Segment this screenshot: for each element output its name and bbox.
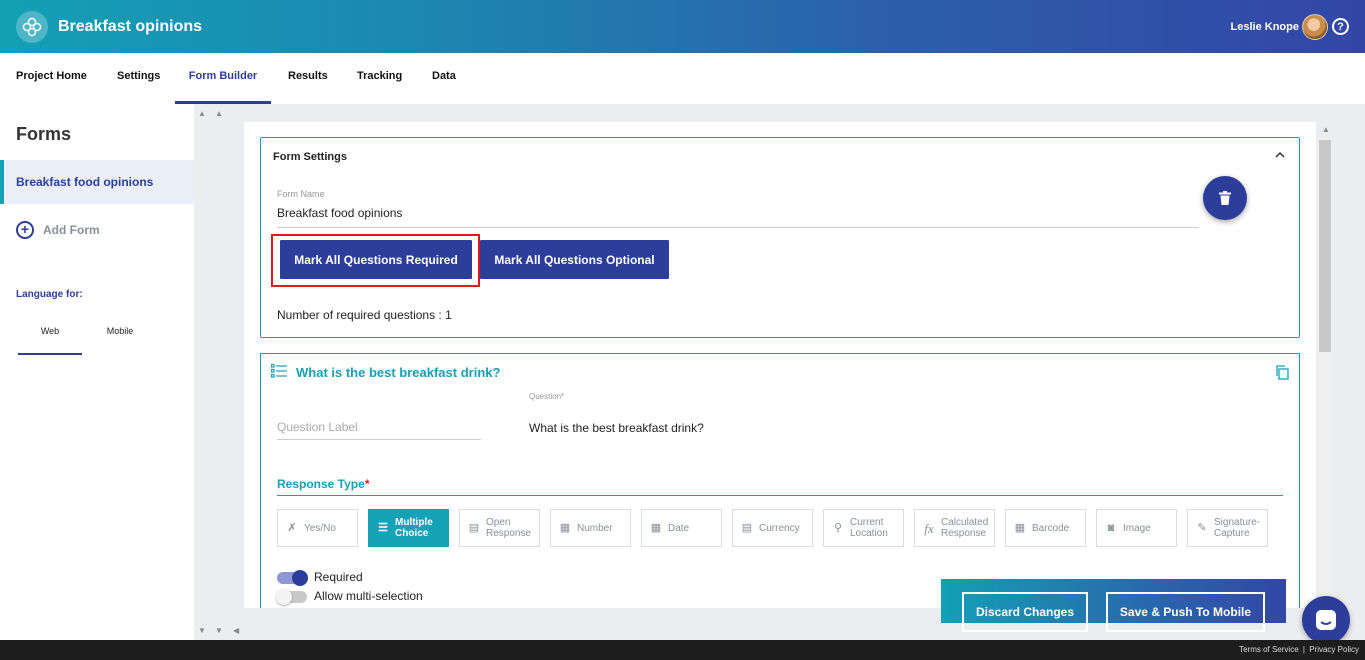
response-type-calculated-response[interactable]: fx Calculated Response xyxy=(914,509,995,547)
response-type-image[interactable]: ◙ Image xyxy=(1096,509,1177,547)
response-type-currency[interactable]: ▤ Currency xyxy=(732,509,813,547)
currency-icon: ▤ xyxy=(741,521,753,534)
app-title: Breakfast opinions xyxy=(58,18,203,35)
add-form-button[interactable]: + Add Form xyxy=(16,221,100,239)
form-settings-card: Form Settings Form Name Breakfast food o… xyxy=(260,137,1300,338)
scroll-down-arrow-icon[interactable]: ▼ xyxy=(215,626,223,635)
response-type-label: Response Type* xyxy=(277,477,370,491)
multi-selection-toggle-label: Allow multi-selection xyxy=(314,589,423,603)
scroll-up-arrow-icon[interactable]: ▲ xyxy=(198,109,206,118)
sidebar-title: Forms xyxy=(16,124,72,144)
scroll-up-arrow-icon[interactable]: ▲ xyxy=(215,109,223,118)
delete-form-button[interactable] xyxy=(1203,176,1247,220)
footer: Terms of Service | Privacy Policy xyxy=(0,640,1365,660)
divider xyxy=(277,495,1283,496)
chevron-up-icon[interactable] xyxy=(1275,151,1285,162)
form-settings-title: Form Settings xyxy=(273,151,347,163)
forms-sidebar: Forms Breakfast food opinions + Add Form… xyxy=(0,104,194,640)
avatar[interactable] xyxy=(1302,14,1328,40)
camera-icon: ◙ xyxy=(1107,521,1115,534)
terms-link[interactable]: Terms of Service xyxy=(1239,645,1299,654)
logo-icon[interactable] xyxy=(16,11,48,43)
language-label: Language for: xyxy=(16,289,83,300)
tab-project-home[interactable]: Project Home xyxy=(16,53,87,104)
function-icon: fx xyxy=(924,520,934,536)
list-icon xyxy=(271,364,287,378)
tab-language-mobile[interactable]: Mobile xyxy=(88,319,152,355)
footer-separator: | xyxy=(1302,645,1305,654)
question-label-input[interactable]: Question Label xyxy=(277,420,481,440)
form-builder-panel: Form Settings Form Name Breakfast food o… xyxy=(244,122,1316,608)
action-bar: Discard Changes Save & Push To Mobile xyxy=(941,579,1286,632)
save-push-mobile-button[interactable]: Save & Push To Mobile xyxy=(1106,592,1265,632)
question-card: What is the best breakfast drink? Questi… xyxy=(260,353,1300,608)
form-name-field[interactable]: Breakfast food opinions xyxy=(277,206,1199,228)
response-type-open-response[interactable]: ▤ Open Response xyxy=(459,509,540,547)
location-icon: ⚲ xyxy=(833,521,843,534)
chat-icon xyxy=(1316,610,1336,630)
footer-links: Terms of Service | Privacy Policy xyxy=(1237,645,1359,654)
form-name-label: Form Name xyxy=(277,189,325,199)
response-type-signature-capture[interactable]: ✎ Signature-Capture xyxy=(1187,509,1268,547)
list-icon: ☰ xyxy=(378,521,388,534)
trash-icon xyxy=(1219,191,1231,205)
scroll-left-arrow-icon[interactable]: ◀ xyxy=(233,626,239,635)
privacy-link[interactable]: Privacy Policy xyxy=(1309,645,1359,654)
pen-icon: ✎ xyxy=(1197,521,1207,534)
plus-circle-icon: + xyxy=(16,221,34,239)
response-type-date[interactable]: ▦ Date xyxy=(641,509,722,547)
response-type-yes-no[interactable]: ✗ Yes/No xyxy=(277,509,358,547)
required-toggle-label: Required xyxy=(314,570,363,584)
help-icon[interactable]: ? xyxy=(1332,18,1349,35)
required-count-text: Number of required questions : 1 xyxy=(277,308,452,322)
tab-results[interactable]: Results xyxy=(288,53,328,104)
mark-all-optional-button[interactable]: Mark All Questions Optional xyxy=(480,240,669,279)
tab-language-web[interactable]: Web xyxy=(18,319,82,355)
response-type-barcode[interactable]: ▦ Barcode xyxy=(1005,509,1086,547)
yes-no-icon: ✗ xyxy=(287,521,297,534)
tab-tracking[interactable]: Tracking xyxy=(357,53,402,104)
add-form-label: Add Form xyxy=(43,223,100,237)
main-nav: Project Home Settings Form Builder Resul… xyxy=(0,53,1365,104)
multi-selection-toggle[interactable] xyxy=(276,589,307,605)
number-icon: ▦ xyxy=(559,521,571,534)
response-type-current-location[interactable]: ⚲ Current Location xyxy=(823,509,904,547)
required-toggle[interactable] xyxy=(277,570,308,586)
calendar-icon: ▦ xyxy=(650,521,662,534)
copy-icon[interactable] xyxy=(1275,365,1289,380)
mark-all-required-button[interactable]: Mark All Questions Required xyxy=(280,240,472,279)
vertical-scrollbar[interactable] xyxy=(1318,138,1332,608)
question-field[interactable]: What is the best breakfast drink? xyxy=(529,421,704,435)
sidebar-item-label: Breakfast food opinions xyxy=(16,175,154,189)
scrollbar-thumb[interactable] xyxy=(1319,140,1331,352)
discard-changes-button[interactable]: Discard Changes xyxy=(962,592,1088,632)
scroll-up-arrow-icon[interactable]: ▲ xyxy=(1322,125,1330,134)
chat-button[interactable] xyxy=(1302,596,1350,644)
question-title[interactable]: What is the best breakfast drink? xyxy=(296,365,500,380)
scroll-down-arrow-icon[interactable]: ▼ xyxy=(198,626,206,635)
question-field-label: Question* xyxy=(529,392,565,401)
sidebar-item-form[interactable]: Breakfast food opinions xyxy=(0,160,194,204)
response-type-multiple-choice[interactable]: ☰ Multiple Choice xyxy=(368,509,449,547)
text-box-icon: ▤ xyxy=(468,521,480,534)
barcode-icon: ▦ xyxy=(1014,521,1026,534)
tab-form-builder[interactable]: Form Builder xyxy=(175,53,271,104)
response-type-number[interactable]: ▦ Number xyxy=(550,509,631,547)
user-name[interactable]: Leslie Knope xyxy=(1231,21,1299,33)
tab-settings[interactable]: Settings xyxy=(117,53,160,104)
tab-data[interactable]: Data xyxy=(432,53,456,104)
top-bar: Breakfast opinions Leslie Knope ? xyxy=(0,0,1365,53)
